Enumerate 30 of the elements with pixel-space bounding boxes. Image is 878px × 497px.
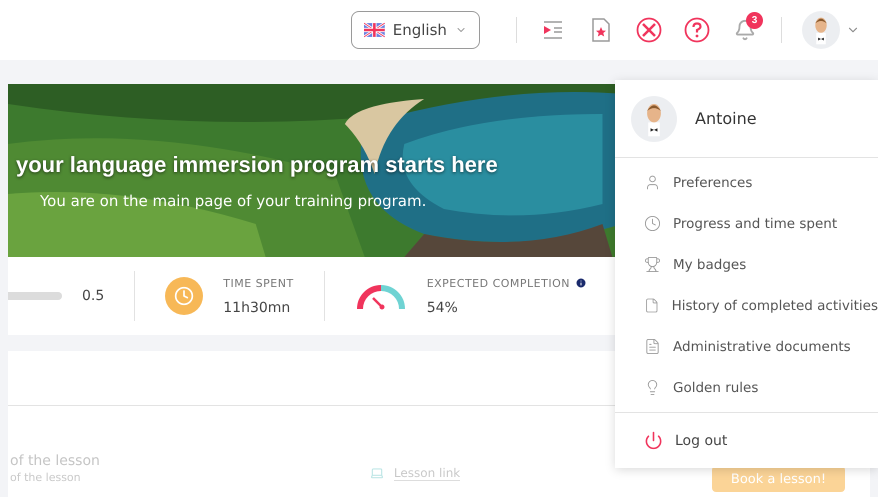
playlist-icon <box>542 20 564 40</box>
lesson-title: of the lesson <box>10 452 100 468</box>
flag-icon <box>364 22 385 38</box>
info-icon[interactable] <box>574 277 587 289</box>
clock-icon <box>644 215 661 232</box>
starred-document-icon <box>591 18 611 42</box>
banner-subtitle: You are on the main page of your training program. <box>39 192 428 210</box>
stat-value: 11h30mn <box>223 300 292 316</box>
document-icon <box>644 338 661 356</box>
menu-item[interactable]: Progress and time spent <box>615 203 878 244</box>
stat-value: 54% <box>426 300 459 316</box>
language-dropdown[interactable]: English <box>351 11 480 49</box>
notification-count: 3 <box>746 12 763 29</box>
stat-label: TIME SPENT <box>223 276 294 290</box>
stat-label: EXPECTED COMPLETION <box>426 276 570 290</box>
menu-item[interactable]: Preferences <box>615 162 878 204</box>
menu-item[interactable]: Administrative documents <box>615 326 878 368</box>
clock-icon <box>165 277 204 315</box>
notifications-button[interactable]: 3 <box>721 10 769 50</box>
power-icon <box>644 431 663 450</box>
user-icon <box>644 174 661 192</box>
trophy-icon <box>644 256 661 274</box>
laptop-icon <box>370 466 384 480</box>
menu-item[interactable]: My badges <box>615 244 878 286</box>
progress-value: 0.5 <box>82 288 104 304</box>
menu-item[interactable]: History of completed activities <box>615 285 878 326</box>
user-name: Antoine <box>695 109 757 128</box>
menu-item[interactable]: Golden rules <box>615 367 878 408</box>
logout-item[interactable]: Log out <box>615 413 878 468</box>
help-icon <box>684 17 710 43</box>
